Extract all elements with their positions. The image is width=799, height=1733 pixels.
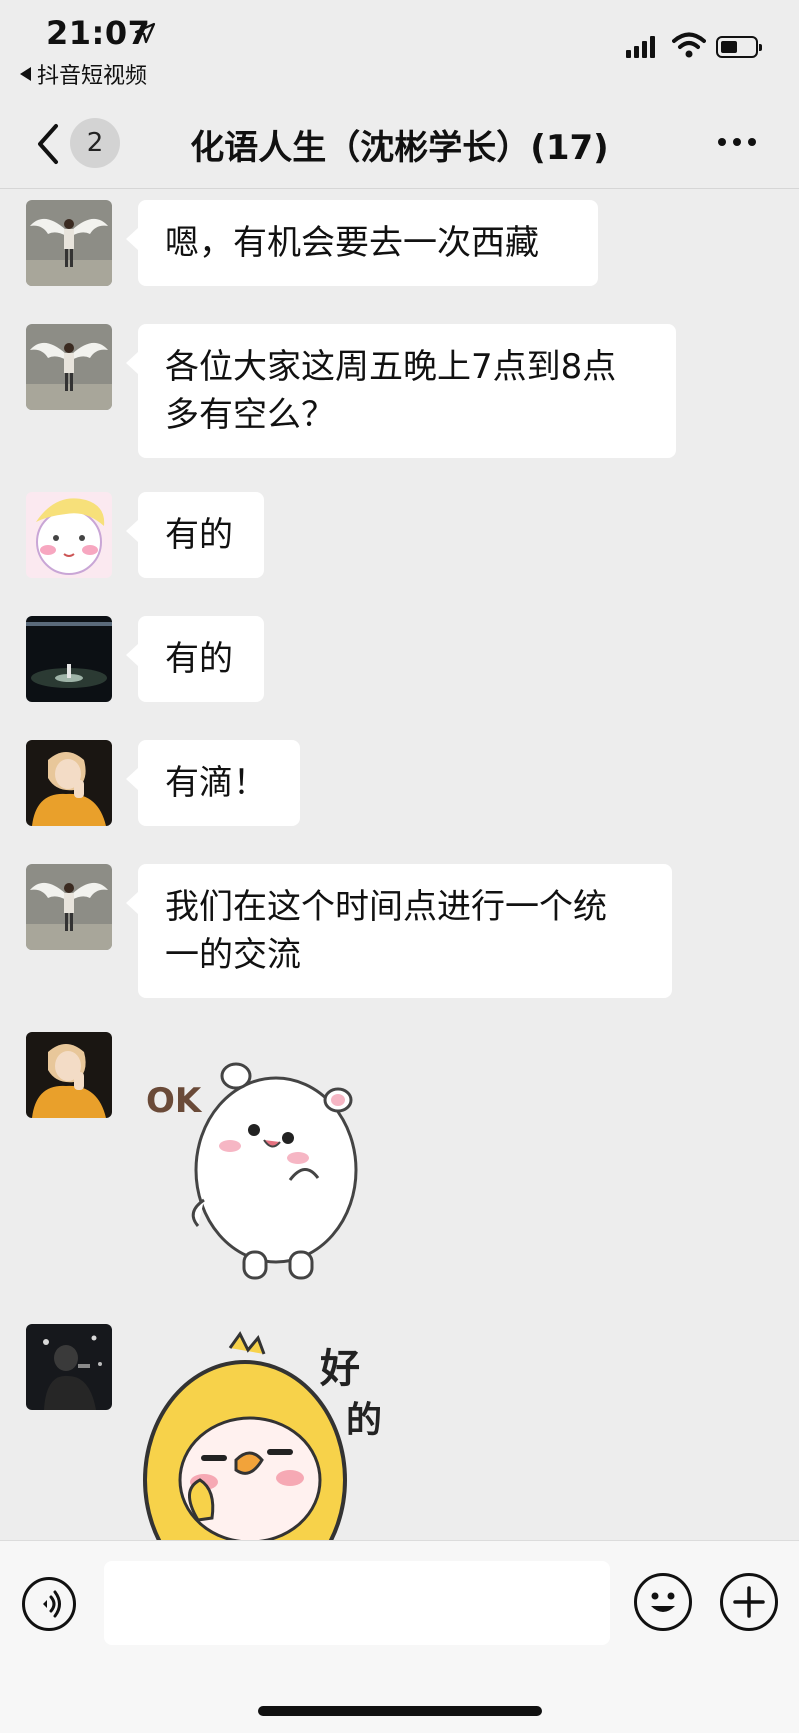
avatar-angel-wings[interactable] xyxy=(26,200,112,286)
location-arrow-icon xyxy=(134,22,156,44)
battery-icon xyxy=(716,36,762,58)
message-text: 嗯，有机会要去一次西藏 xyxy=(165,223,539,263)
voice-icon[interactable] xyxy=(22,1577,76,1631)
message-input[interactable] xyxy=(104,1561,610,1645)
bear-ok-sticker[interactable]: OK xyxy=(140,1040,400,1290)
emoji-icon[interactable] xyxy=(634,1573,692,1631)
plus-icon[interactable] xyxy=(720,1573,778,1631)
message-text-line: 多有空么？ xyxy=(165,395,335,435)
message-text: 有滴！ xyxy=(165,763,267,803)
message-text: 有的 xyxy=(165,639,233,679)
message-bubble[interactable]: 各位大家这周五晚上7点到8点 多有空么？ xyxy=(126,324,676,458)
back-app-label: 抖音短视频 xyxy=(37,64,148,89)
avatar-cartoon-girl[interactable] xyxy=(26,492,112,578)
message-bubble[interactable]: 有的 xyxy=(126,492,264,578)
chat-title: 化语人生（沈彬学长）(17) xyxy=(190,128,609,168)
sticker-ok-text: OK xyxy=(146,1081,203,1121)
back-to-app-link[interactable]: 抖音短视频 xyxy=(20,58,147,90)
back-triangle-icon xyxy=(20,67,31,81)
message-text-line: 各位大家这周五晚上7点到8点 xyxy=(165,347,617,387)
signal-icon xyxy=(626,34,655,58)
message-bubble[interactable]: 有的 xyxy=(126,616,264,702)
avatar-dark-stage[interactable] xyxy=(26,616,112,702)
more-icon[interactable] xyxy=(718,138,756,146)
wifi-icon xyxy=(672,32,706,58)
chat-input-bar xyxy=(0,1540,799,1733)
message-bubble[interactable]: 有滴！ xyxy=(126,740,300,826)
avatar-yellow-sweater[interactable] xyxy=(26,740,112,826)
home-indicator[interactable] xyxy=(258,1706,542,1716)
avatar-angel-wings[interactable] xyxy=(26,324,112,410)
sticker-hao-text: 好 xyxy=(319,1346,360,1392)
avatar-dark-concert[interactable] xyxy=(26,1324,112,1410)
sticker-de-text: 的 xyxy=(346,1400,382,1441)
message-text-line: 我们在这个时间点进行一个统 xyxy=(165,887,607,927)
avatar-angel-wings[interactable] xyxy=(26,864,112,950)
avatar-yellow-sweater[interactable] xyxy=(26,1032,112,1118)
message-bubble[interactable]: 我们在这个时间点进行一个统 一的交流 xyxy=(126,864,672,998)
yellow-chick-sticker[interactable]: 好 的 xyxy=(140,1330,400,1540)
status-bar: 21:07 抖音短视频 xyxy=(0,0,799,100)
message-text-line: 一的交流 xyxy=(165,935,301,975)
message-bubble[interactable]: 嗯，有机会要去一次西藏 xyxy=(126,200,598,286)
message-text: 有的 xyxy=(165,515,233,555)
